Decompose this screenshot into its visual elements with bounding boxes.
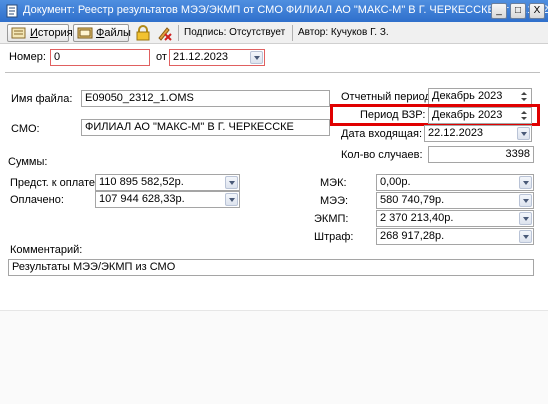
incoming-date-label: Дата входящая: (341, 128, 423, 140)
window-title: Документ: Реестр результатов МЭЭ/ЭКМП от… (23, 4, 548, 16)
date-value: 21.12.2023 (173, 51, 229, 63)
report-period-spin-icon[interactable] (518, 90, 530, 104)
file-name-label: Имя файла: (11, 93, 73, 105)
ekmp-label: ЭКМП: (314, 213, 349, 225)
mek-amount-value: 0,00р. (380, 176, 411, 188)
number-label: Номер: (9, 51, 46, 63)
bottom-empty-area (0, 310, 548, 404)
close-button[interactable]: X (529, 3, 545, 19)
minimize-icon: _ (496, 5, 502, 16)
history-icon (11, 27, 26, 39)
lock-icon[interactable] (135, 25, 151, 41)
mee-label: МЭЭ: (320, 195, 349, 207)
files-label: айлы (104, 27, 131, 39)
fine-amount-field[interactable]: 268 917,28р. (376, 228, 534, 245)
number-input[interactable]: 0 (50, 49, 150, 66)
cases-count-field[interactable]: 3398 (428, 146, 534, 163)
presented-dropdown-icon[interactable] (225, 176, 238, 189)
mee-dropdown-icon[interactable] (519, 194, 532, 207)
close-icon: X (533, 5, 541, 16)
file-name-field[interactable]: E09050_2312_1.OMS (81, 90, 330, 107)
mee-amount-field[interactable]: 580 740,79р. (376, 192, 534, 209)
report-period-spinner[interactable]: Декабрь 2023 (428, 88, 532, 105)
presented-label: Предст. к оплате: (10, 177, 99, 189)
fine-amount-value: 268 917,28р. (380, 230, 445, 242)
incoming-date-value: 22.12.2023 (428, 127, 484, 139)
vzr-period-spin-icon[interactable] (518, 109, 530, 123)
file-name-value: E09050_2312_1.OMS (85, 92, 194, 104)
ekmp-dropdown-icon[interactable] (519, 212, 532, 225)
paid-amount-value: 107 944 628,33р. (99, 193, 185, 205)
mee-amount-value: 580 740,79р. (380, 194, 445, 206)
vzr-period-spinner[interactable]: Декабрь 2023 (428, 107, 532, 124)
vzr-period-value: Декабрь 2023 (432, 109, 503, 121)
history-label-accel: И (30, 27, 38, 39)
history-label: стория (37, 27, 73, 39)
presented-amount-value: 110 895 582,52р. (99, 176, 184, 188)
title-bar[interactable]: Документ: Реестр результатов МЭЭ/ЭКМП от… (0, 0, 548, 22)
paid-label: Оплачено: (10, 194, 64, 206)
date-picker[interactable]: 21.12.2023 (169, 49, 265, 66)
form-body: История Файлы Подпись: Отсутствует Автор… (0, 22, 548, 404)
presented-amount-field[interactable]: 110 895 582,52р. (95, 174, 240, 191)
report-period-value: Декабрь 2023 (432, 90, 503, 102)
date-label: от (156, 51, 167, 63)
vzr-period-label: Период ВЗР: (360, 109, 426, 121)
incoming-date-dropdown-icon[interactable] (517, 127, 530, 140)
edit-cancel-icon[interactable] (156, 25, 172, 41)
files-icon (77, 27, 93, 39)
smo-field[interactable]: ФИЛИАЛ АО "МАКС-М" В Г. ЧЕРКЕССКЕ (81, 119, 330, 136)
ekmp-amount-field[interactable]: 2 370 213,40р. (376, 210, 534, 227)
maximize-button[interactable]: □ (510, 3, 526, 19)
smo-label: СМО: (11, 123, 40, 135)
document-icon (6, 4, 18, 18)
paid-dropdown-icon[interactable] (225, 193, 238, 206)
minimize-button[interactable]: _ (491, 3, 507, 19)
smo-value: ФИЛИАЛ АО "МАКС-М" В Г. ЧЕРКЕССКЕ (85, 121, 294, 133)
paid-amount-field[interactable]: 107 944 628,33р. (95, 191, 240, 208)
mek-dropdown-icon[interactable] (519, 176, 532, 189)
toolbar-separator (178, 25, 179, 41)
comment-field[interactable]: Результаты МЭЭ/ЭКМП из СМО (8, 259, 534, 276)
date-dropdown-icon[interactable] (250, 51, 263, 64)
author-label: Автор: Кучуков Г. З. (298, 27, 389, 38)
mek-label: МЭК: (320, 177, 347, 189)
signature-status: Подпись: Отсутствует (184, 27, 286, 38)
cases-count-value: 3398 (505, 148, 530, 160)
ekmp-amount-value: 2 370 213,40р. (380, 212, 454, 224)
fine-dropdown-icon[interactable] (519, 230, 532, 243)
incoming-date-picker[interactable]: 22.12.2023 (424, 125, 532, 142)
maximize-icon: □ (514, 5, 522, 16)
report-period-label: Отчетный период: (341, 91, 434, 103)
toolbar-separator (292, 25, 293, 41)
toolbar: История Файлы Подпись: Отсутствует Автор… (0, 22, 548, 44)
number-value: 0 (54, 51, 61, 63)
mek-amount-field[interactable]: 0,00р. (376, 174, 534, 191)
comment-label: Комментарий: (10, 244, 83, 256)
document-window: Документ: Реестр результатов МЭЭ/ЭКМП от… (0, 0, 548, 404)
files-button[interactable]: Файлы (73, 24, 131, 42)
sums-section-label: Суммы: (8, 156, 48, 168)
fine-label: Штраф: (314, 231, 354, 243)
cases-count-label: Кол-во случаев: (341, 149, 423, 161)
comment-value: Результаты МЭЭ/ЭКМП из СМО (12, 261, 176, 273)
divider (5, 72, 540, 73)
history-button[interactable]: История (7, 24, 73, 42)
